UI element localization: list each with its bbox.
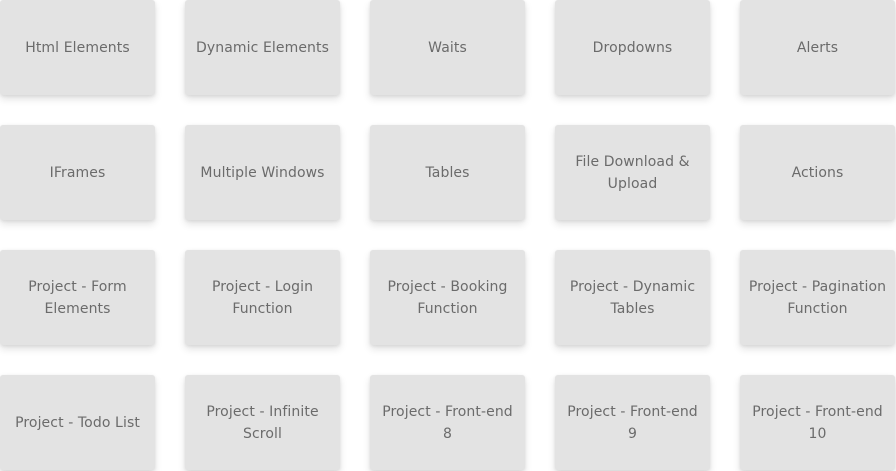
card-label: Project - Front-end 10 — [752, 403, 883, 442]
card-label: Alerts — [796, 39, 839, 56]
card-project-front-end-8[interactable]: Project - Front-end 8 — [370, 375, 525, 470]
card-project-infinite-scroll[interactable]: Project - Infinite Scroll — [185, 375, 340, 470]
card-file-download-upload[interactable]: File Download & Upload — [555, 125, 710, 220]
card-label: Html Elements — [25, 39, 130, 56]
card-label: Project - Login Function — [211, 278, 314, 317]
card-project-front-end-10[interactable]: Project - Front-end 10 — [740, 375, 895, 470]
card-label: Project - Todo List — [15, 414, 140, 431]
card-project-todo-list[interactable]: Project - Todo List — [0, 375, 155, 470]
card-label: Project - Booking Function — [387, 278, 508, 317]
card-label: Project - Dynamic Tables — [569, 278, 696, 317]
card-label: Project - Form Elements — [28, 278, 127, 317]
card-label: Dynamic Elements — [195, 39, 330, 56]
card-project-dynamic-tables[interactable]: Project - Dynamic Tables — [555, 250, 710, 345]
card-actions[interactable]: Actions — [740, 125, 895, 220]
card-project-form-elements[interactable]: Project - Form Elements — [0, 250, 155, 345]
card-dropdowns[interactable]: Dropdowns — [555, 0, 710, 95]
card-label: File Download & Upload — [575, 153, 690, 192]
card-label: Multiple Windows — [200, 164, 325, 181]
card-label: Project - Front-end 9 — [567, 403, 698, 442]
practice-cards-grid: Html Elements Dynamic Elements Waits Dro… — [0, 0, 896, 471]
card-label: Project - Pagination Function — [748, 278, 887, 317]
card-iframes[interactable]: IFrames — [0, 125, 155, 220]
card-project-pagination-function[interactable]: Project - Pagination Function — [740, 250, 895, 345]
card-project-front-end-9[interactable]: Project - Front-end 9 — [555, 375, 710, 470]
card-html-elements[interactable]: Html Elements — [0, 0, 155, 95]
card-alerts[interactable]: Alerts — [740, 0, 895, 95]
card-label: Waits — [428, 39, 467, 56]
card-project-login-function[interactable]: Project - Login Function — [185, 250, 340, 345]
card-label: Tables — [425, 164, 470, 181]
card-label: Project - Front-end 8 — [382, 403, 513, 442]
card-dynamic-elements[interactable]: Dynamic Elements — [185, 0, 340, 95]
card-label: Dropdowns — [592, 39, 673, 56]
card-label: Project - Infinite Scroll — [206, 403, 319, 442]
card-project-booking-function[interactable]: Project - Booking Function — [370, 250, 525, 345]
card-label: Actions — [791, 164, 844, 181]
card-waits[interactable]: Waits — [370, 0, 525, 95]
card-tables[interactable]: Tables — [370, 125, 525, 220]
card-label: IFrames — [49, 164, 106, 181]
card-multiple-windows[interactable]: Multiple Windows — [185, 125, 340, 220]
